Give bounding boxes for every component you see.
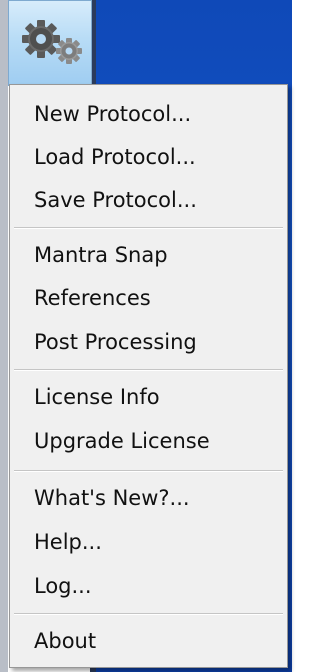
gears-icon xyxy=(22,20,82,64)
menu-item-help[interactable]: Help... xyxy=(34,525,102,559)
menu-item-save-protocol[interactable]: Save Protocol... xyxy=(34,183,197,217)
background-left xyxy=(0,0,8,672)
menu-item-references[interactable]: References xyxy=(34,281,151,315)
menu-item-load-protocol[interactable]: Load Protocol... xyxy=(34,140,196,174)
settings-dropdown-menu: New Protocol... Load Protocol... Save Pr… xyxy=(9,84,288,668)
settings-menu-button[interactable] xyxy=(15,13,89,71)
menu-item-whats-new[interactable]: What's New?... xyxy=(34,481,190,515)
menu-item-log[interactable]: Log... xyxy=(34,569,92,603)
menu-item-mantra-snap[interactable]: Mantra Snap xyxy=(34,238,168,272)
menu-item-post-processing[interactable]: Post Processing xyxy=(34,325,197,359)
menu-separator xyxy=(14,470,283,472)
menu-separator xyxy=(14,227,283,229)
menu-item-upgrade-license[interactable]: Upgrade License xyxy=(34,424,210,458)
toolbar xyxy=(8,0,92,86)
menu-item-about[interactable]: About xyxy=(34,624,96,658)
menu-separator xyxy=(14,369,283,371)
menu-separator xyxy=(14,613,283,615)
menu-item-new-protocol[interactable]: New Protocol... xyxy=(34,97,191,131)
menu-item-license-info[interactable]: License Info xyxy=(34,380,160,414)
